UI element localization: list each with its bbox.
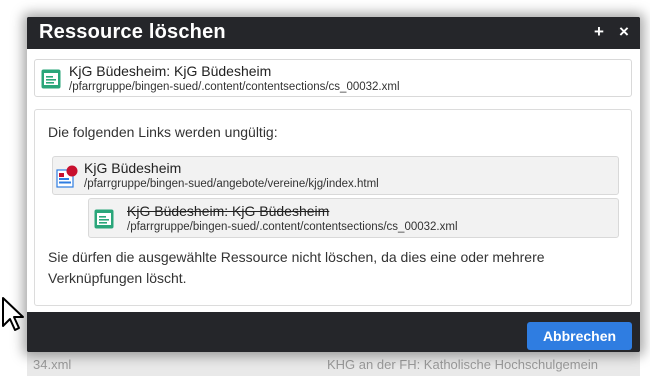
link-title-struck: KjG Büdesheim: KjG Büdesheim bbox=[127, 203, 330, 219]
resource-title: KjG Büdesheim: KjG Büdesheim bbox=[69, 63, 272, 79]
dialog-footer: Abbrechen bbox=[27, 312, 640, 352]
background-right-text: KHG an der FH: Katholische Hochschulgeme… bbox=[327, 356, 598, 372]
background-left-text: 34.xml bbox=[33, 356, 72, 372]
delete-resource-dialog: Ressource löschen + × KjG Büdesheim: KjG… bbox=[27, 17, 640, 352]
link-title: KjG Büdesheim bbox=[84, 160, 182, 176]
background-list-row: 34.xml KHG an der FH: Katholische Hochsc… bbox=[27, 352, 640, 376]
link-path: /pfarrgruppe/bingen-sued/angebote/verein… bbox=[84, 178, 379, 190]
warning-text: Sie dürfen die ausgewählte Ressource nic… bbox=[48, 249, 545, 286]
resource-card: KjG Büdesheim: KjG Büdesheim /pfarrgrupp… bbox=[34, 59, 632, 97]
page-icon bbox=[56, 165, 80, 189]
links-heading: Die folgenden Links werden ungültig: bbox=[48, 124, 278, 140]
link-path: /pfarrgruppe/bingen-sued/.content/conten… bbox=[127, 221, 458, 233]
dialog-title: Ressource löschen bbox=[39, 21, 226, 43]
dialog-body: KjG Büdesheim: KjG Büdesheim /pfarrgrupp… bbox=[27, 49, 640, 312]
content-section-icon bbox=[94, 209, 114, 229]
dialog-header: Ressource löschen + × bbox=[27, 17, 640, 49]
link-item[interactable]: KjG Büdesheim /pfarrgruppe/bingen-sued/a… bbox=[52, 156, 619, 195]
cancel-button[interactable]: Abbrechen bbox=[527, 322, 632, 350]
link-item-nested[interactable]: KjG Büdesheim: KjG Büdesheim /pfarrgrupp… bbox=[88, 198, 619, 238]
close-button[interactable]: × bbox=[619, 23, 629, 41]
links-section: Die folgenden Links werden ungültig: KjG… bbox=[34, 109, 632, 306]
resource-path: /pfarrgruppe/bingen-sued/.content/conten… bbox=[69, 81, 404, 93]
mouse-pointer-icon bbox=[2, 297, 24, 331]
pin-button[interactable]: + bbox=[594, 23, 604, 41]
content-section-icon bbox=[41, 69, 61, 89]
